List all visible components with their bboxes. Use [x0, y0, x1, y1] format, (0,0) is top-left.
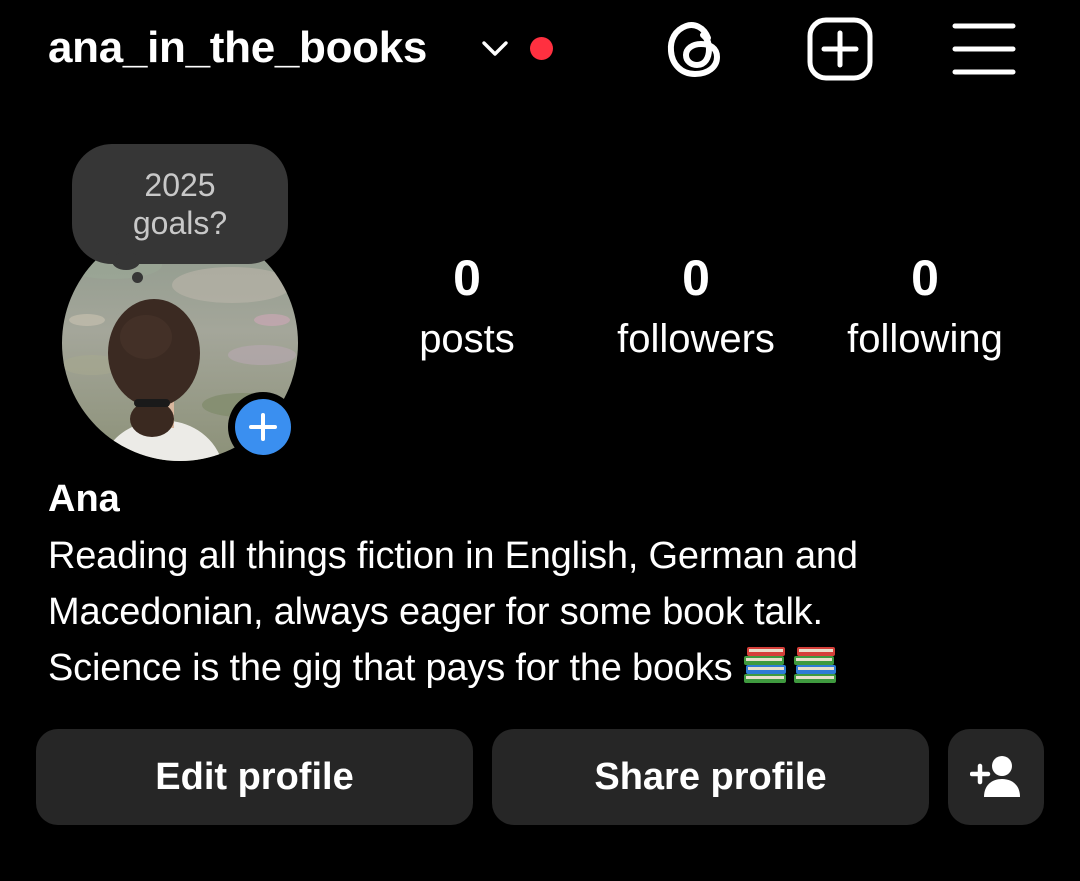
profile-note-text: 2025 goals? — [132, 167, 228, 241]
note-bubble-tail — [112, 252, 140, 270]
followers-count: 0 — [682, 250, 710, 306]
hamburger-menu-icon[interactable] — [952, 22, 1016, 76]
bio-line: Science is the gig that pays for the boo… — [48, 640, 1048, 696]
add-person-icon — [970, 756, 1020, 797]
edit-profile-button[interactable]: Edit profile — [36, 729, 473, 825]
add-story-circle — [235, 399, 291, 455]
bio-line-text: Science is the gig that pays for the boo… — [48, 647, 733, 689]
note-bubble-tail-dot — [132, 272, 143, 283]
chevron-down-icon[interactable] — [480, 34, 510, 62]
account-switcher-username[interactable]: ana_in_the_books — [48, 22, 427, 74]
top-bar: ana_in_the_books — [0, 0, 1080, 100]
profile-bio: Reading all things fiction in English, G… — [48, 528, 1048, 696]
books-emoji-icon — [744, 647, 837, 683]
stat-followers[interactable]: 0 followers — [596, 248, 796, 364]
plus-icon — [249, 413, 277, 441]
bio-line: Macedonian, always eager for some book t… — [48, 591, 823, 633]
discover-people-button[interactable] — [948, 729, 1044, 825]
share-profile-button[interactable]: Share profile — [492, 729, 929, 825]
profile-note-bubble[interactable]: 2025 goals? — [72, 144, 288, 264]
add-story-button[interactable] — [228, 392, 298, 462]
posts-count: 0 — [453, 250, 481, 306]
threads-icon[interactable] — [664, 18, 726, 80]
following-count: 0 — [911, 250, 939, 306]
add-square-icon[interactable] — [806, 16, 874, 82]
profile-display-name: Ana — [48, 478, 120, 520]
stat-following[interactable]: 0 following — [825, 248, 1025, 364]
following-label: following — [847, 317, 1003, 361]
notification-dot — [530, 37, 553, 60]
posts-label: posts — [419, 317, 515, 361]
stat-posts[interactable]: 0 posts — [367, 248, 567, 364]
bio-line: Reading all things fiction in English, G… — [48, 535, 858, 577]
followers-label: followers — [617, 317, 775, 361]
